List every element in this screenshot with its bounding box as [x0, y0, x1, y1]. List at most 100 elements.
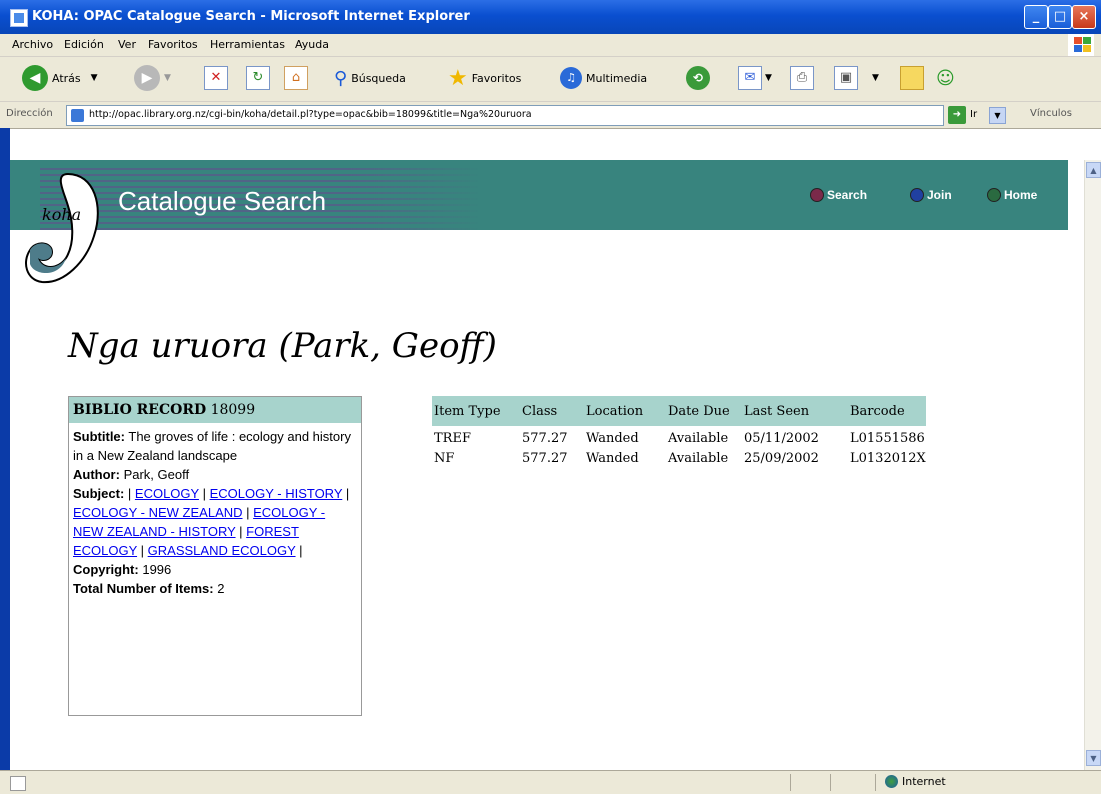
- menu-ayuda[interactable]: Ayuda: [295, 38, 329, 51]
- minimize-button[interactable]: _: [1024, 5, 1048, 29]
- favorites-button[interactable]: ★ Favoritos: [448, 63, 521, 93]
- home-bullet-icon: [987, 188, 1001, 202]
- banner-title: Catalogue Search: [118, 186, 327, 216]
- menu-archivo[interactable]: Archivo: [12, 38, 53, 51]
- table-cell: Available: [668, 431, 729, 446]
- go-button[interactable]: ➜ Ir: [948, 105, 977, 124]
- menu-favoritos[interactable]: Favoritos: [148, 38, 198, 51]
- subject-link[interactable]: ECOLOGY: [135, 486, 199, 501]
- print-button[interactable]: ⎙: [790, 63, 814, 93]
- scroll-up-icon[interactable]: ▲: [1086, 162, 1101, 178]
- back-label: Atrás: [52, 71, 81, 85]
- subject-label: Subject:: [73, 486, 125, 501]
- ie-app-icon[interactable]: [10, 9, 28, 27]
- column-header: Barcode: [850, 396, 926, 426]
- maximize-button[interactable]: □: [1048, 5, 1072, 29]
- mail-button[interactable]: ✉ ▼: [738, 63, 772, 93]
- back-button[interactable]: ◀ Atrás ▼: [22, 63, 98, 93]
- edit-button[interactable]: ▣ ▼: [834, 63, 879, 93]
- refresh-icon: ↻: [246, 66, 270, 90]
- history-button[interactable]: ⟲: [686, 63, 714, 93]
- home-icon: ⌂: [284, 66, 308, 90]
- table-cell: L0132012X: [850, 451, 926, 466]
- edit-dropdown-icon[interactable]: ▼: [872, 73, 879, 83]
- zone-label: Internet: [902, 775, 946, 788]
- table-cell: 25/09/2002: [744, 451, 819, 466]
- close-button[interactable]: ×: [1072, 5, 1096, 29]
- total-items-label: Total Number of Items:: [73, 581, 214, 596]
- biblio-record-header: BIBLIO RECORD 18099: [69, 397, 361, 423]
- page-content: Catalogue Search Search Join Home koha N…: [10, 160, 1085, 770]
- links-label[interactable]: Vínculos: [1030, 108, 1072, 119]
- go-arrow-icon: ➜: [948, 105, 966, 124]
- mail-dropdown-icon[interactable]: ▼: [765, 73, 772, 83]
- biblio-record-details: Subtitle: The groves of life : ecology a…: [73, 429, 351, 596]
- stop-button[interactable]: ✕: [204, 63, 228, 93]
- biblio-record-box: BIBLIO RECORD 18099 Subtitle: The groves…: [68, 396, 362, 716]
- address-url[interactable]: http://opac.library.org.nz/cgi-bin/koha/…: [89, 109, 532, 120]
- nav-search-link[interactable]: Search: [810, 188, 867, 202]
- table-row: NF 577.27 Wanded Available 25/09/2002 L0…: [432, 446, 926, 466]
- nav-join-link[interactable]: Join: [910, 188, 952, 202]
- address-input[interactable]: http://opac.library.org.nz/cgi-bin/koha/…: [66, 105, 1006, 126]
- stop-icon: ✕: [204, 66, 228, 90]
- status-divider: [790, 774, 791, 791]
- table-cell: 577.27: [522, 451, 568, 466]
- nav-search-label: Search: [827, 188, 868, 202]
- column-header: Date Due: [668, 396, 744, 426]
- subject-link[interactable]: ECOLOGY - HISTORY: [210, 486, 343, 501]
- table-cell: 05/11/2002: [744, 431, 819, 446]
- items-table: Item Type Class Location Date Due Last S…: [432, 396, 926, 466]
- menu-ver[interactable]: Ver: [118, 38, 136, 51]
- column-header: Last Seen: [744, 396, 850, 426]
- search-button[interactable]: ⚲ Búsqueda: [334, 63, 406, 93]
- page-status-icon: [10, 776, 26, 791]
- status-divider: [830, 774, 831, 791]
- column-header: Class: [522, 396, 586, 426]
- nav-join-label: Join: [927, 188, 952, 202]
- standard-toolbar: ◀ Atrás ▼ ▶ ▼ ✕ ↻ ⌂ ⚲ Búsqueda ★ Favorit…: [0, 57, 1101, 102]
- biblio-record-number: 18099: [210, 402, 256, 418]
- column-header: Location: [586, 396, 668, 426]
- join-bullet-icon: [910, 188, 924, 202]
- status-divider: [875, 774, 876, 791]
- address-dropdown-icon[interactable]: ▼: [989, 107, 1006, 124]
- column-header: Item Type: [432, 396, 522, 426]
- back-dropdown-icon[interactable]: ▼: [91, 73, 98, 83]
- menu-bar: Archivo Edición Ver Favoritos Herramient…: [0, 34, 1101, 57]
- nav-home-label: Home: [1004, 188, 1038, 202]
- table-cell: TREF: [434, 431, 471, 446]
- forward-dropdown-icon[interactable]: ▼: [164, 73, 171, 83]
- refresh-button[interactable]: ↻: [246, 63, 270, 93]
- table-cell: Available: [668, 451, 729, 466]
- scroll-down-icon[interactable]: ▼: [1086, 750, 1101, 766]
- security-zone: Internet: [885, 775, 946, 788]
- items-table-header: Item Type Class Location Date Due Last S…: [432, 396, 926, 426]
- favorites-star-icon: ★: [448, 65, 468, 91]
- discuss-button[interactable]: [900, 63, 924, 93]
- multimedia-button[interactable]: ♫ Multimedia: [560, 63, 647, 93]
- search-label: Búsqueda: [351, 71, 406, 85]
- internet-globe-icon: [885, 775, 898, 788]
- mail-icon: ✉: [738, 66, 762, 90]
- vertical-scrollbar[interactable]: ▲ ▼: [1084, 160, 1101, 770]
- menu-edicion[interactable]: Edición: [64, 38, 104, 51]
- home-button[interactable]: ⌂: [284, 63, 308, 93]
- koha-logo-text: koha: [42, 205, 81, 224]
- favorites-label: Favoritos: [471, 71, 522, 85]
- go-label: Ir: [970, 109, 978, 120]
- copyright-value: 1996: [142, 562, 172, 577]
- search-icon: ⚲: [334, 67, 348, 89]
- page-icon: [71, 109, 84, 122]
- table-cell: 577.27: [522, 431, 568, 446]
- messenger-button[interactable]: ☺: [936, 63, 955, 93]
- subject-link[interactable]: ECOLOGY - NEW ZEALAND: [73, 505, 243, 520]
- forward-button[interactable]: ▶ ▼: [134, 63, 171, 93]
- window-left-border: [0, 128, 10, 771]
- print-icon: ⎙: [790, 66, 814, 90]
- subject-link[interactable]: GRASSLAND ECOLOGY: [148, 543, 296, 558]
- nav-home-link[interactable]: Home: [987, 188, 1037, 202]
- edit-icon: ▣: [834, 66, 858, 90]
- address-bar: Dirección http://opac.library.org.nz/cgi…: [0, 102, 1101, 129]
- menu-herramientas[interactable]: Herramientas: [210, 38, 285, 51]
